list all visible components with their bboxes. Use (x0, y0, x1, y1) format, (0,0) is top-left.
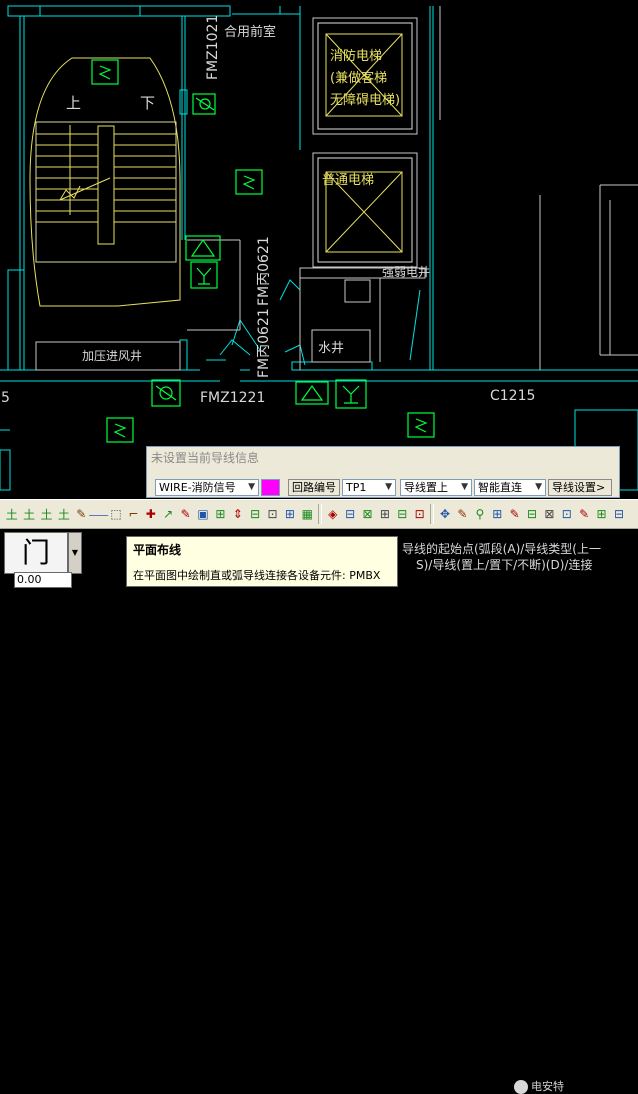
label-fresh-air-shaft: 加压进风井 (82, 349, 142, 363)
command-line-1: 导线的起始点(弧段(A)/导线类型(上一 (402, 542, 601, 556)
label-left-edge: 5 (1, 390, 10, 406)
tool-29-icon[interactable]: ✎ (506, 505, 523, 523)
label-hall: 合用前室 (224, 24, 276, 40)
wire-settings-button[interactable]: 导线设置> (548, 479, 612, 496)
label-down: 下 (140, 94, 155, 112)
tool-27-icon[interactable]: ⚲ (471, 505, 488, 523)
tool-30-icon[interactable]: ⊟ (523, 505, 540, 523)
wire-settings-panel: 未设置当前导线信息 WIRE-消防信号 ▼ 回路编号 TP1 ▼ 导线置上 ▼ 智能直… (146, 446, 620, 498)
cad-drawing-canvas[interactable]: 合用前室 上 下 消防电梯 (兼做客梯 无障碍电梯) 普通电梯 加压进风井 水井… (0, 0, 638, 496)
label-fire-elevator-3: 无障碍电梯) (330, 93, 400, 108)
tool-1-icon[interactable]: ⼟ (3, 505, 20, 523)
chevron-down-icon: ▼ (461, 482, 468, 492)
tool-21-icon[interactable]: ⊠ (359, 505, 376, 523)
tool-26-icon[interactable]: ✎ (454, 505, 471, 523)
wire-type-select[interactable]: WIRE-消防信号 ▼ (155, 479, 259, 496)
tool-12-icon[interactable]: ▣ (194, 505, 211, 523)
wire-panel-title: 未设置当前导线信息 (151, 451, 260, 465)
label-fmz1021: FMZ1021 (205, 15, 221, 80)
label-fmz1221: FMZ1221 (200, 390, 265, 406)
tool-17-icon[interactable]: ⊞ (281, 505, 298, 523)
wire-position-select[interactable]: 导线置上 ▼ (400, 479, 472, 496)
label-c1215: C1215 (490, 388, 535, 404)
tool-4-icon[interactable]: ⼟ (55, 505, 72, 523)
label-fmc0621-b: FM丙0621 (256, 308, 272, 378)
watermark: 电安特 (514, 1078, 564, 1094)
label-up: 上 (66, 94, 81, 112)
tool-24-icon[interactable]: ⊡ (411, 505, 428, 523)
tool-8-icon[interactable]: ⌐ (125, 505, 142, 523)
tool-34-icon[interactable]: ⊞ (593, 505, 610, 523)
tool-16-icon[interactable]: ⊡ (264, 505, 281, 523)
label-water-shaft: 水井 (318, 341, 344, 356)
thumbnail-dropdown-button[interactable]: ▼ (68, 532, 82, 574)
tool-23-icon[interactable]: ⊟ (394, 505, 411, 523)
tool-11-icon[interactable]: ✎ (177, 505, 194, 523)
tool-18-icon[interactable]: ▦ (299, 505, 316, 523)
tool-7-icon[interactable]: ⬚ (107, 505, 124, 523)
toolbar-separator (318, 504, 323, 524)
tool-35-icon[interactable]: ⊟ (610, 505, 627, 523)
tool-2-icon[interactable]: ⼟ (20, 505, 37, 523)
chevron-down-icon: ▼ (248, 482, 255, 492)
tool-tooltip: 平面布线 在平面图中绘制直或弧导线连接各设备元件: PMBX (126, 536, 398, 587)
watermark-text: 电安特 (531, 1080, 564, 1093)
label-fire-elevator: 消防电梯 (330, 48, 382, 64)
tool-33-icon[interactable]: ✎ (576, 505, 593, 523)
tool-22-icon[interactable]: ⊞ (376, 505, 393, 523)
loop-number-value: TP1 (346, 481, 367, 494)
chevron-down-icon: ▼ (535, 482, 542, 492)
tool-3-icon[interactable]: ⼟ (38, 505, 55, 523)
tool-19-icon[interactable]: ◈ (324, 505, 341, 523)
label-fmc0621-a: FM丙0621 (256, 236, 272, 306)
wire-type-value: WIRE-消防信号 (159, 481, 236, 494)
tool-28-icon[interactable]: ⊞ (489, 505, 506, 523)
wire-color-swatch[interactable] (261, 479, 280, 496)
tool-32-icon[interactable]: ⊡ (558, 505, 575, 523)
tool-14-icon[interactable]: ⇕ (229, 505, 246, 523)
wechat-icon (514, 1080, 528, 1094)
tool-toolbar: ⼟⼟⼟⼟ ✎ ⸺ ⬚ ⌐ ✚ ↗ ✎ ▣ ⊞ ⇕ ⊟ ⊡ ⊞ ▦ ◈ ⊟ ⊠ ⊞ ⊟ ⊡ ✥ ✎ ⚲ ⊞ ✎ ⊟ ⊠ ⊡ ✎ ⊞ ⊟ (0, 499, 638, 529)
label-fire-elevator-2: (兼做客梯 (330, 70, 387, 86)
chevron-down-icon: ▼ (385, 482, 392, 492)
toolbar-separator (430, 504, 435, 524)
loop-number-select[interactable]: TP1 ▼ (342, 479, 396, 496)
tool-10-icon[interactable]: ↗ (160, 505, 177, 523)
chevron-down-icon: ▼ (71, 548, 79, 557)
smart-straight-select[interactable]: 智能直连 ▼ (474, 479, 546, 496)
tool-13-icon[interactable]: ⊞ (212, 505, 229, 523)
tool-5-icon[interactable]: ✎ (73, 505, 90, 523)
tool-15-icon[interactable]: ⊟ (246, 505, 263, 523)
door-preview-thumbnail[interactable]: 门 (4, 532, 68, 574)
label-normal-elevator: 普通电梯 (322, 173, 374, 188)
tool-9-icon[interactable]: ✚ (142, 505, 159, 523)
tool-6-icon[interactable]: ⸺ (89, 505, 109, 523)
label-strong-shaft: 强弱电井 (382, 265, 430, 279)
tool-20-icon[interactable]: ⊟ (341, 505, 358, 523)
tool-25-icon[interactable]: ✥ (436, 505, 453, 523)
tooltip-description: 在平面图中绘制直或弧导线连接各设备元件: PMBX (133, 569, 381, 582)
tooltip-title: 平面布线 (133, 543, 182, 557)
tool-31-icon[interactable]: ⊠ (541, 505, 558, 523)
smart-straight-value: 智能直连 (478, 481, 522, 494)
command-line-2: S)/导线(置上/置下/不断)(D)/连接 (416, 558, 593, 572)
wire-position-value: 导线置上 (404, 481, 448, 494)
loop-number-button[interactable]: 回路编号 (288, 479, 340, 496)
coordinate-field[interactable]: 0.00 (14, 572, 72, 588)
